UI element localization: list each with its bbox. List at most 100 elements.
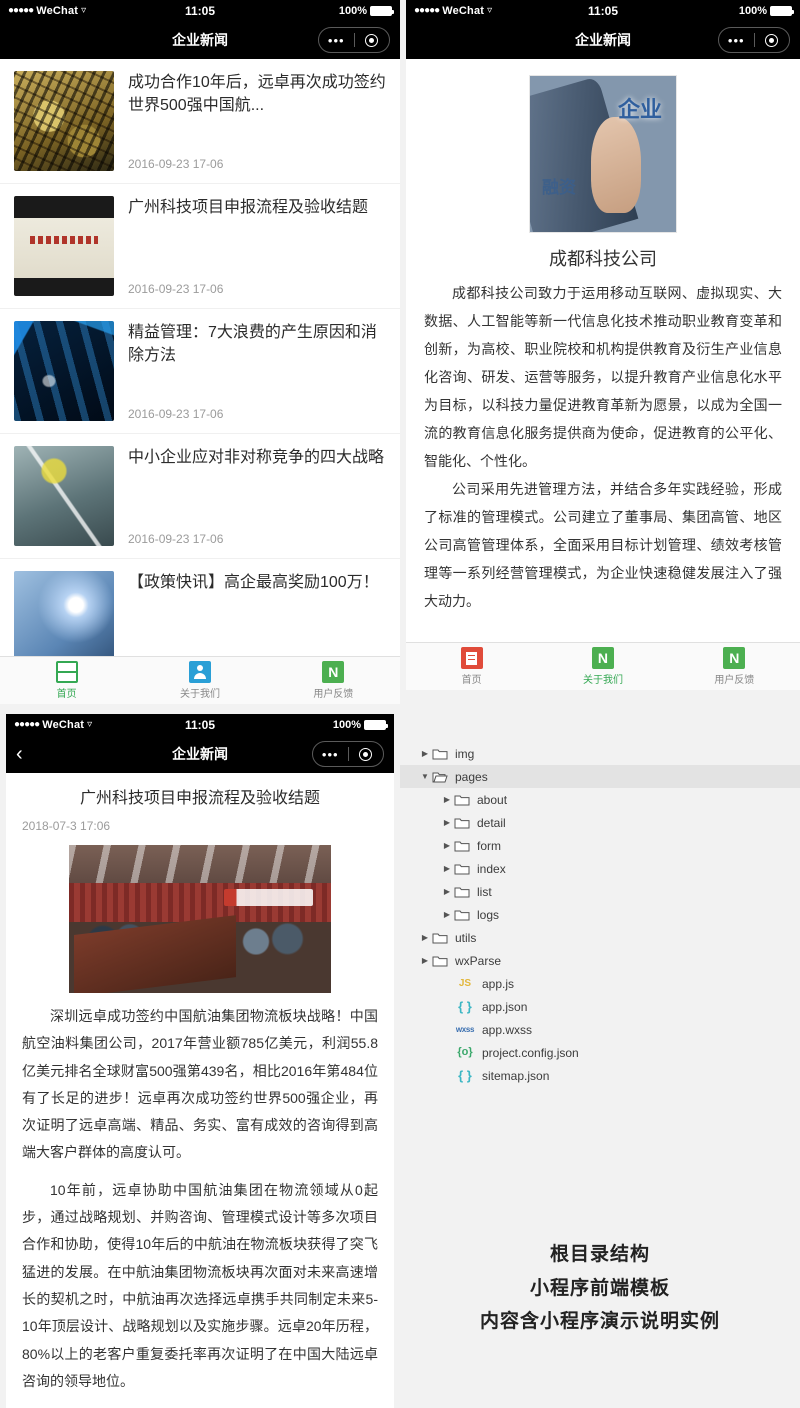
wifi-icon: ▿ xyxy=(81,5,87,16)
chevron-right-icon[interactable]: ▶ xyxy=(418,749,432,758)
status-bar-carrier: ●●●●● WeChat ▿ xyxy=(8,5,86,17)
tree-item-label: index xyxy=(477,861,506,876)
tab-feedback-label: 用户反馈 xyxy=(313,689,354,700)
tab-feedback-label: 用户反馈 xyxy=(714,675,755,686)
article-paragraph: 10年前，远卓协助中国航油集团在物流领域从0起步，通过战略规划、并购咨询、管理模… xyxy=(22,1181,378,1389)
tree-item-pages[interactable]: ▼ pages xyxy=(400,765,800,788)
tab-about-label: 关于我们 xyxy=(582,675,623,686)
tree-item-app-js[interactable]: ▶JSapp.js xyxy=(400,972,800,995)
tab-home[interactable]: 首页 xyxy=(406,647,537,686)
carrier-label: WeChat xyxy=(42,718,85,731)
hero-overlay-primary: 企业 xyxy=(617,97,662,122)
tree-item-logs[interactable]: ▶ logs xyxy=(400,903,800,926)
tree-item-detail[interactable]: ▶ detail xyxy=(400,811,800,834)
wechat-capsule[interactable]: ••• xyxy=(718,27,790,53)
battery-percent-label: 100% xyxy=(338,4,367,17)
battery-icon xyxy=(364,719,388,730)
person-icon xyxy=(188,661,211,683)
cfg-file-icon: {o} xyxy=(457,1046,473,1058)
about-title: 成都科技公司 xyxy=(549,249,657,269)
tree-item-label: wxParse xyxy=(455,953,502,968)
list-item-date: 2016-09-23 17-06 xyxy=(128,157,224,171)
battery-percent-label: 100% xyxy=(738,4,767,17)
award-sign-thumb xyxy=(14,196,114,296)
wechat-capsule[interactable]: ••• xyxy=(312,741,384,767)
tree-item-label: about xyxy=(477,792,508,807)
chevron-right-icon[interactable]: ▶ xyxy=(440,795,454,804)
chevron-right-icon[interactable]: ▶ xyxy=(440,910,454,919)
panel-file-tree: ▶ img ▼ pages ▶ about ▶ detail ▶ form ▶ index ▶ list ▶… xyxy=(400,704,800,1408)
about-content[interactable]: 企业 融资 成都科技公司 成都科技公司致力于运用移动互联网、虚拟现实、大数据、人… xyxy=(406,59,800,642)
tree-item-label: app.wxss xyxy=(482,1022,533,1037)
wechat-capsule[interactable]: ••• xyxy=(318,27,390,53)
more-dots-icon[interactable]: ••• xyxy=(313,748,348,761)
list-item[interactable]: 广州科技项目申报流程及验收结题 2016-09-23 17-06 xyxy=(0,184,400,309)
chevron-right-icon[interactable]: ▶ xyxy=(440,864,454,873)
folder-icon xyxy=(454,794,470,806)
circuit-board-thumb xyxy=(14,71,114,171)
chevron-right-icon[interactable]: ▶ xyxy=(418,956,432,965)
tree-item-project-config-json[interactable]: ▶{o}project.config.json xyxy=(400,1041,800,1064)
chevron-right-icon[interactable]: ▶ xyxy=(440,841,454,850)
tab-home[interactable]: 首页 xyxy=(0,661,133,700)
chevron-left-icon[interactable]: ‹ xyxy=(16,744,36,764)
tree-item-img[interactable]: ▶ img xyxy=(400,742,800,765)
tree-item-label: detail xyxy=(477,815,506,830)
panel-article-detail: ●●●●● WeChat ▿ 11:05 100% ‹ 企业新闻 ••• 广州科… xyxy=(0,704,400,1408)
folder-icon xyxy=(454,886,470,898)
tab-feedback[interactable]: N 用户反馈 xyxy=(267,661,400,700)
more-dots-icon[interactable]: ••• xyxy=(319,34,354,47)
status-bar: ●●●●● WeChat ▿ 11:05 100% xyxy=(6,714,394,735)
status-bar: ●●●●● WeChat ▿ 11:05 100% xyxy=(406,0,800,21)
tab-bar: 首页 N 关于我们 N 用户反馈 xyxy=(406,642,800,690)
tab-feedback[interactable]: N 用户反馈 xyxy=(669,647,800,686)
js-file-icon: JS xyxy=(458,977,472,989)
tree-item-form[interactable]: ▶ form xyxy=(400,834,800,857)
list-item[interactable]: 成功合作10年后，远卓再次成功签约世界500强中国航... 2016-09-23… xyxy=(0,59,400,184)
tree-item-sitemap-json[interactable]: ▶{ }sitemap.json xyxy=(400,1064,800,1087)
wifi-icon: ▿ xyxy=(487,5,493,16)
signal-dots-icon: ●●●●● xyxy=(414,5,440,16)
tree-item-label: logs xyxy=(477,907,500,922)
article-title: 广州科技项目申报流程及验收结题 xyxy=(79,790,320,807)
tree-item-app-json[interactable]: ▶{ }app.json xyxy=(400,995,800,1018)
tree-item-wxParse[interactable]: ▶ wxParse xyxy=(400,949,800,972)
businessman-chart-thumb xyxy=(14,446,114,546)
chevron-right-icon[interactable]: ▶ xyxy=(418,933,432,942)
nav-bar: 企业新闻 ••• xyxy=(406,21,800,59)
file-tree[interactable]: ▶ img ▼ pages ▶ about ▶ detail ▶ form ▶ index ▶ list ▶… xyxy=(400,742,800,1087)
folder-icon xyxy=(454,840,470,852)
status-bar-battery: 100% xyxy=(738,4,794,17)
n-letter-icon: N xyxy=(723,647,746,669)
target-circle-icon[interactable] xyxy=(349,747,384,761)
list-item[interactable]: 中小企业应对非对称竞争的四大战略 2016-09-23 17-06 xyxy=(0,434,400,559)
tree-item-utils[interactable]: ▶ utils xyxy=(400,926,800,949)
tree-item-list[interactable]: ▶ list xyxy=(400,880,800,903)
news-list[interactable]: 成功合作10年后，远卓再次成功签约世界500强中国航... 2016-09-23… xyxy=(0,59,400,656)
target-circle-icon[interactable] xyxy=(355,33,390,47)
light-burst-thumb xyxy=(14,571,114,656)
more-dots-icon[interactable]: ••• xyxy=(719,34,754,47)
about-paragraph: 成都科技公司致力于运用移动互联网、虚拟现实、大数据、人工智能等新一代信息化技术推… xyxy=(424,285,782,469)
chevron-right-icon[interactable]: ▶ xyxy=(440,818,454,827)
article-content[interactable]: 广州科技项目申报流程及验收结题 2018-07-3 17:06 深圳远卓成功签约… xyxy=(6,773,394,1408)
tab-about[interactable]: N 关于我们 xyxy=(537,647,668,686)
tree-item-label: form xyxy=(477,838,501,853)
hero-overlay-secondary: 融资 xyxy=(542,178,576,197)
tree-item-index[interactable]: ▶ index xyxy=(400,857,800,880)
chevron-right-icon[interactable]: ▶ xyxy=(440,887,454,896)
chevron-down-icon[interactable]: ▼ xyxy=(418,772,432,781)
tab-about[interactable]: 关于我们 xyxy=(133,661,266,700)
list-item[interactable]: 精益管理：7大浪费的产生原因和消除方法 2016-09-23 17-06 xyxy=(0,309,400,434)
tree-item-about[interactable]: ▶ about xyxy=(400,788,800,811)
tree-item-app-wxss[interactable]: ▶wxssapp.wxss xyxy=(400,1018,800,1041)
target-circle-icon[interactable] xyxy=(755,33,790,47)
list-item[interactable]: 【政策快讯】高企最高奖励100万！ xyxy=(0,559,400,656)
list-item-title: 精益管理：7大浪费的产生原因和消除方法 xyxy=(128,324,377,365)
tree-item-label: img xyxy=(455,746,475,761)
list-icon xyxy=(55,661,78,683)
status-bar-carrier: ●●●●● WeChat ▿ xyxy=(414,5,492,17)
nav-bar: 企业新闻 ••• xyxy=(0,21,400,59)
list-item-date: 2016-09-23 17-06 xyxy=(128,282,224,296)
tab-about-label: 关于我们 xyxy=(179,689,220,700)
